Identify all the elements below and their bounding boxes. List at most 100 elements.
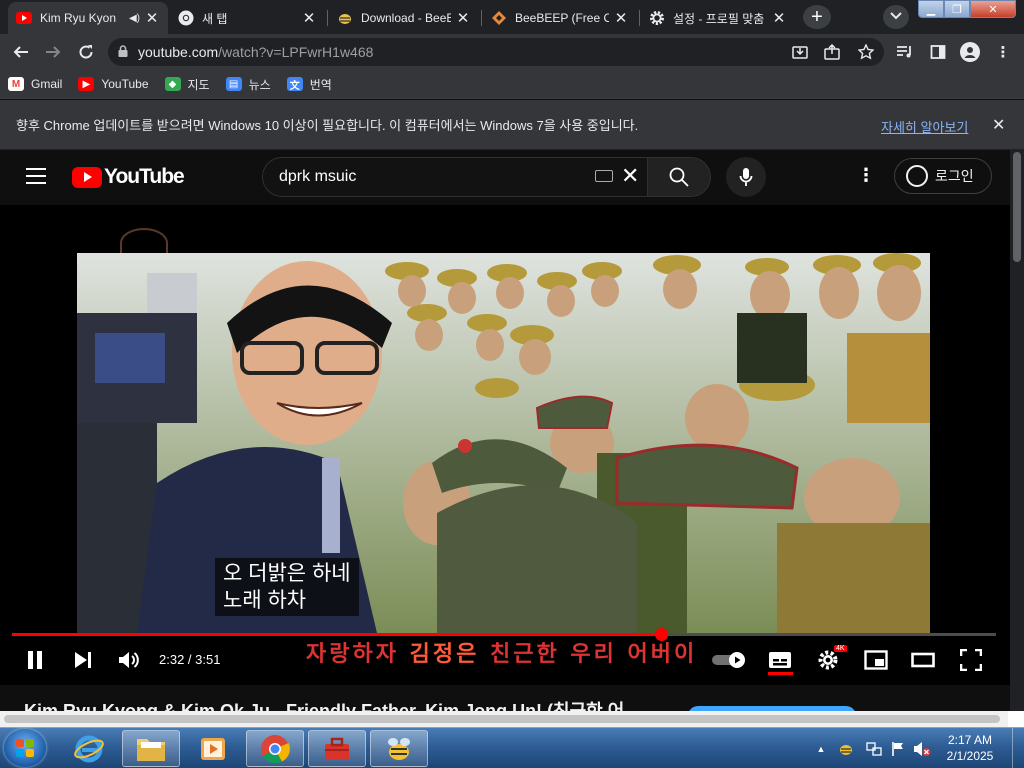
skip-next-icon (75, 652, 91, 668)
keyboard-icon[interactable] (595, 170, 613, 182)
tray-arrow-icon: ▲ (816, 743, 826, 754)
search-input[interactable]: dprk msuic ✕ (262, 157, 648, 197)
internet-explorer-icon (74, 735, 104, 762)
taskbar-toolbox-app[interactable] (308, 730, 366, 767)
autoplay-toggle[interactable] (711, 651, 747, 669)
profile-button[interactable] (957, 40, 983, 64)
bookmark-gmail[interactable]: M Gmail (8, 77, 62, 91)
hamburger-menu-icon[interactable] (26, 168, 46, 184)
autoplay-toggle-icon (712, 652, 745, 668)
microphone-icon (739, 168, 753, 186)
bookmark-star-icon[interactable] (853, 38, 879, 66)
close-info-bar-icon[interactable]: ✕ (992, 115, 1005, 135)
pause-button[interactable] (22, 648, 48, 672)
url-host: youtube.com (138, 44, 219, 60)
chrome-menu-button[interactable]: ⋮ (990, 40, 1016, 64)
quality-badge: 4K (834, 645, 847, 652)
beebeep-tray-icon (840, 744, 852, 755)
media-control-button[interactable] (892, 40, 918, 64)
search-icon (669, 167, 689, 187)
video-frame[interactable] (77, 253, 930, 633)
bookmark-news[interactable]: ▤ 뉴스 (225, 76, 271, 93)
forward-button[interactable] (40, 40, 66, 64)
burned-caption-name: 김정은 (409, 641, 480, 667)
burned-caption-text: 자랑하자 (306, 641, 410, 667)
taskbar-file-explorer[interactable] (122, 730, 180, 767)
lock-icon[interactable] (108, 44, 138, 60)
start-button[interactable] (4, 729, 46, 767)
close-tab-icon[interactable]: ✕ (144, 9, 160, 27)
tab-search-button[interactable] (883, 5, 909, 29)
settings-gear-icon (818, 650, 838, 670)
youtube-header: YouTube dprk msuic ✕ ⋮ 로그인 (0, 151, 1010, 205)
chrome-icon (178, 10, 194, 26)
miniplayer-button[interactable] (863, 648, 889, 672)
beebeep-icon (388, 737, 410, 760)
clear-search-icon[interactable]: ✕ (621, 163, 639, 189)
youtube-wordmark: YouTube (104, 165, 185, 188)
scrollbar-thumb[interactable] (1013, 152, 1021, 262)
voice-search-button[interactable] (726, 157, 766, 197)
horizontal-scrollbar[interactable] (0, 711, 1010, 727)
close-window-button[interactable]: ✕ (970, 0, 1016, 18)
bookmark-label: Gmail (31, 77, 63, 91)
clock-date: 2/1/2025 (946, 749, 994, 763)
reload-button[interactable] (73, 40, 99, 64)
taskbar-media-player[interactable] (184, 730, 242, 767)
close-tab-icon[interactable]: ✕ (455, 9, 471, 27)
profile-avatar-icon (960, 42, 980, 62)
burned-caption-text: 친근한 우리 어버이 (479, 641, 698, 667)
volume-muted-icon (914, 741, 931, 756)
show-hidden-icons-button[interactable]: ▲ (814, 728, 828, 768)
theater-mode-button[interactable] (910, 648, 936, 672)
bookmark-translate[interactable]: 文 번역 (286, 76, 332, 93)
install-app-icon[interactable] (787, 38, 813, 66)
learn-more-link[interactable]: 자세히 알아보기 (881, 117, 968, 136)
youtube-logo[interactable]: YouTube (72, 165, 185, 189)
youtube-icon: ▶ (78, 77, 95, 91)
close-tab-icon[interactable]: ✕ (771, 9, 787, 27)
close-tab-icon[interactable]: ✕ (301, 9, 317, 27)
bookmark-maps[interactable]: ◆ 지도 (164, 76, 210, 93)
tray-network[interactable] (864, 728, 884, 768)
taskbar-chrome[interactable] (246, 730, 304, 767)
pause-icon (28, 651, 42, 669)
tray-action-center[interactable] (888, 728, 908, 768)
subtitles-button[interactable] (766, 648, 794, 672)
new-tab-button[interactable]: + (803, 5, 831, 29)
next-button[interactable] (70, 648, 96, 672)
taskbar-internet-explorer[interactable] (60, 730, 118, 767)
settings-menu-icon[interactable]: ⋮ (857, 165, 875, 186)
fullscreen-button[interactable] (958, 648, 984, 672)
caption-line: 오 더밝은 하네 (223, 562, 351, 585)
tab-youtube-video[interactable]: Kim Ryu Kyon ◀) ✕ (8, 2, 168, 34)
vertical-scrollbar[interactable] (1010, 150, 1024, 711)
side-panel-button[interactable] (925, 40, 951, 64)
tab-new-tab[interactable]: 새 탭 ✕ (170, 2, 325, 34)
tab-settings[interactable]: 설정 - 프로필 맞춤 ✕ (641, 2, 795, 34)
burned-in-caption: 자랑하자 김정은 친근한 우리 어버이 (306, 636, 697, 668)
restore-icon: ❐ (952, 3, 962, 16)
closed-caption-box: 오 더밝은 하네 노래 하차 (215, 558, 359, 616)
back-button[interactable] (8, 40, 34, 64)
tab-download-beebeep[interactable]: Download - BeeB ✕ (329, 2, 479, 34)
close-tab-icon[interactable]: ✕ (613, 9, 629, 27)
share-icon[interactable] (819, 38, 845, 66)
tray-volume[interactable] (912, 728, 932, 768)
sign-in-button[interactable]: 로그인 (894, 158, 992, 194)
system-clock[interactable]: 2:17 AM 2/1/2025 (938, 732, 1002, 764)
restore-button[interactable]: ❐ (944, 0, 970, 18)
tab-beebeep-free[interactable]: BeeBEEP (Free Of ✕ (483, 2, 637, 34)
scrollbar-thumb[interactable] (4, 715, 1000, 723)
audio-playing-icon[interactable]: ◀) (129, 13, 140, 24)
maps-icon: ◆ (164, 77, 181, 91)
address-bar[interactable]: youtube.com/watch?v=LPFwrH1w468 (108, 38, 884, 66)
bookmark-youtube[interactable]: ▶ YouTube (78, 77, 149, 91)
minimize-button[interactable]: ▁ (918, 0, 944, 18)
show-desktop-button[interactable] (1012, 728, 1024, 768)
tray-beebeep[interactable] (836, 728, 856, 768)
search-button[interactable] (647, 157, 711, 197)
account-circle-icon (906, 165, 928, 187)
taskbar-beebeep[interactable] (370, 730, 428, 767)
mute-button[interactable] (116, 648, 142, 672)
